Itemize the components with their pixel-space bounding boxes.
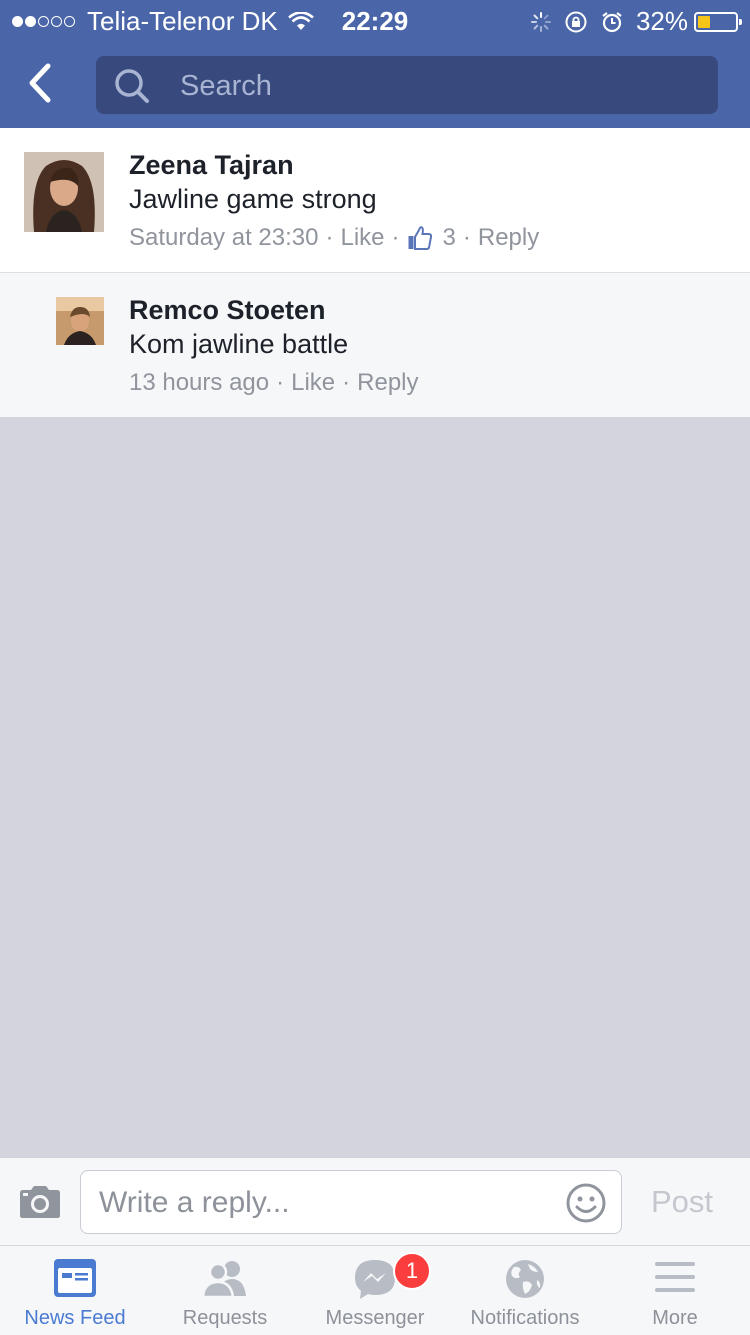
reply-field-container[interactable] xyxy=(80,1170,622,1234)
friends-icon xyxy=(201,1261,246,1298)
camera-icon xyxy=(20,1186,60,1218)
tab-messenger[interactable]: 1 Messenger xyxy=(300,1246,450,1335)
tab-label: News Feed xyxy=(24,1307,126,1329)
tab-bar: News Feed Requests 1 Messenger Notificat… xyxy=(0,1245,750,1335)
reply-input[interactable] xyxy=(97,1181,551,1225)
like-button[interactable]: Like xyxy=(291,363,335,403)
like-button[interactable]: Like xyxy=(340,218,384,258)
reply-button[interactable]: Reply xyxy=(478,218,539,258)
reply-composer: Post xyxy=(0,1157,750,1246)
comment-timestamp[interactable]: Saturday at 23:30 xyxy=(129,218,318,258)
separator-dot: · xyxy=(342,369,351,396)
tab-more[interactable]: More xyxy=(600,1246,750,1335)
search-input[interactable] xyxy=(178,64,702,108)
tab-label: Requests xyxy=(182,1307,268,1329)
search-bar[interactable] xyxy=(96,56,718,114)
separator-dot: · xyxy=(391,224,400,251)
news-feed-icon xyxy=(54,1259,96,1297)
camera-button[interactable] xyxy=(18,1184,62,1225)
globe-icon xyxy=(506,1260,544,1298)
top-bar: Telia-Telenor DK 22:29 32% Search xyxy=(0,0,750,128)
tab-label: More xyxy=(652,1307,698,1329)
tab-label: Messenger xyxy=(325,1307,425,1329)
comment-text: Jawline game strong xyxy=(129,184,377,214)
like-count[interactable]: 3 xyxy=(407,218,456,258)
alarm-icon xyxy=(602,11,622,32)
comment-author[interactable]: Zeena Tajran xyxy=(129,148,539,182)
battery-icon xyxy=(694,11,742,32)
status-bar: Telia-Telenor DK 22:29 32% xyxy=(0,0,750,40)
menu-icon xyxy=(655,1262,695,1292)
post-button[interactable]: Post xyxy=(651,1184,713,1220)
separator-dot: · xyxy=(276,369,285,396)
battery-percent: 32% xyxy=(635,6,688,36)
rotation-lock-icon xyxy=(565,11,587,32)
avatar[interactable] xyxy=(24,152,104,232)
tab-notifications[interactable]: Notifications xyxy=(450,1246,600,1335)
avatar[interactable] xyxy=(56,297,104,345)
tab-requests[interactable]: Requests xyxy=(150,1246,300,1335)
tab-news-feed[interactable]: News Feed xyxy=(0,1246,150,1335)
chevron-left-icon xyxy=(29,63,51,103)
comment-text: Kom jawline battle xyxy=(129,329,349,359)
thumbs-up-icon xyxy=(408,226,432,250)
comment-author[interactable]: Remco Stoeten xyxy=(129,293,419,327)
reply-button[interactable]: Reply xyxy=(357,363,418,403)
tab-label: Notifications xyxy=(470,1307,580,1329)
comment: Zeena Tajran Jawline game strong Saturda… xyxy=(0,128,750,273)
comment-timestamp[interactable]: 13 hours ago xyxy=(129,363,269,403)
separator-dot: · xyxy=(462,224,471,251)
separator-dot: · xyxy=(325,224,334,251)
activity-spinner-icon xyxy=(530,11,551,32)
search-icon xyxy=(115,69,149,103)
back-button[interactable] xyxy=(20,58,64,108)
emoji-icon[interactable] xyxy=(565,1182,607,1224)
like-count-value: 3 xyxy=(442,224,456,251)
reply-comment: Remco Stoeten Kom jawline battle 13 hour… xyxy=(0,273,750,417)
notification-badge: 1 xyxy=(393,1252,431,1290)
messenger-icon xyxy=(355,1260,395,1299)
